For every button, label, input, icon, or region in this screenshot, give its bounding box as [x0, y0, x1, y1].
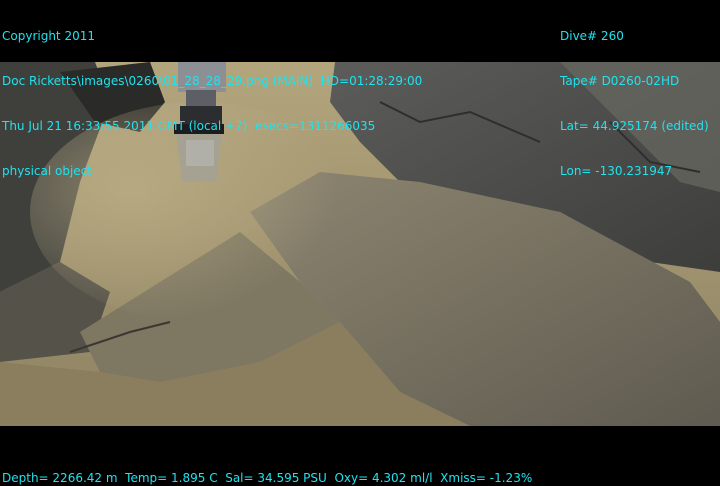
metadata-top-left: Copyright 2011 Doc Ricketts\images\0260\… — [2, 0, 422, 209]
latitude-text: Lat= 44.925174 (edited) — [560, 119, 709, 133]
dive-number-text: Dive# 260 — [560, 29, 624, 43]
timestamp-text: Thu Jul 21 16:33:55 2011 GMT (local +7) … — [2, 119, 376, 133]
tape-number-text: Tape# D0260-02HD — [560, 74, 680, 88]
sensor-readout: Depth= 2266.42 m Temp= 1.895 C Sal= 34.5… — [2, 471, 533, 485]
annotation-text: physical object — [2, 164, 92, 178]
video-frame: Copyright 2011 Doc Ricketts\images\0260\… — [0, 0, 720, 486]
metadata-top-right: Dive# 260 Tape# D0260-02HD Lat= 44.92517… — [560, 0, 709, 209]
image-path-text: Doc Ricketts\images\0260\01_28_28_29.png… — [2, 74, 423, 88]
copyright-text: Copyright 2011 — [2, 29, 95, 43]
longitude-text: Lon= -130.231947 — [560, 164, 673, 178]
